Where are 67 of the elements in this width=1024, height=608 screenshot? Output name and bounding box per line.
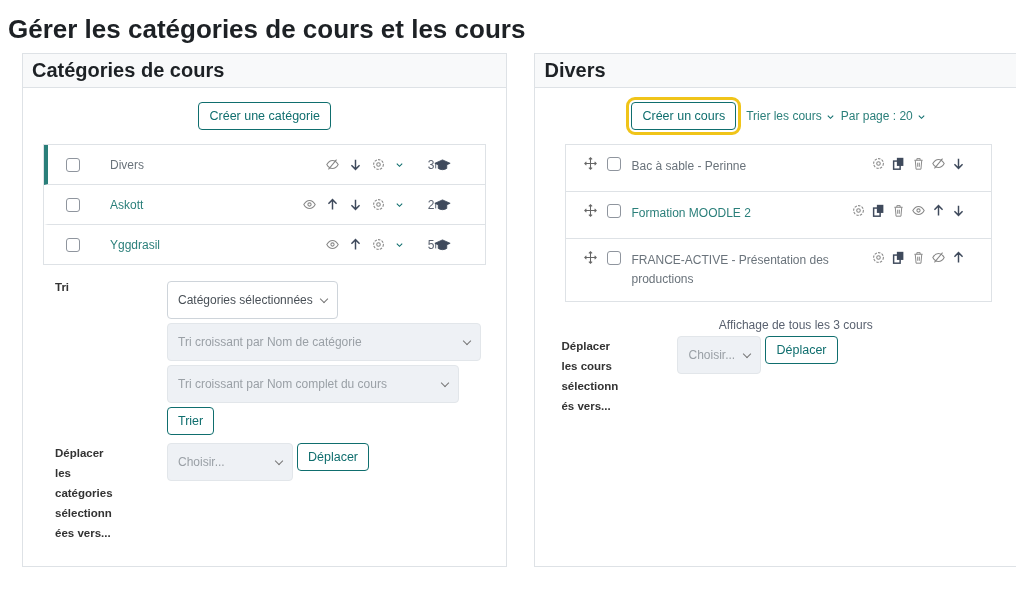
arrow-up-icon[interactable] <box>325 198 339 211</box>
move-button[interactable]: Déplacer <box>765 336 838 364</box>
arrow-down-icon[interactable] <box>348 158 362 171</box>
category-name[interactable]: Askott <box>110 197 250 212</box>
category-name[interactable]: Yggdrasil <box>110 237 250 252</box>
panel-title: Catégories de cours <box>23 54 507 88</box>
copy-icon[interactable] <box>892 251 905 264</box>
eye-slash-icon[interactable] <box>932 157 945 170</box>
graduation-cap-icon <box>434 238 452 251</box>
create-category-button[interactable]: Créer une catégorie <box>198 102 331 130</box>
trash-icon[interactable] <box>912 251 925 264</box>
eye-icon[interactable] <box>302 198 316 211</box>
copy-icon[interactable] <box>872 204 885 217</box>
arrow-down-icon[interactable] <box>348 198 362 211</box>
trash-icon[interactable] <box>912 157 925 170</box>
eye-icon[interactable] <box>912 204 925 217</box>
graduation-cap-icon <box>434 198 452 211</box>
course-name[interactable]: FRANCE-ACTIVE - Présentation des productions <box>631 251 832 289</box>
chevron-down-icon[interactable] <box>394 240 404 249</box>
move-icon[interactable] <box>584 157 598 170</box>
eye-slash-icon[interactable] <box>325 158 339 171</box>
course-count: 2 <box>427 197 435 212</box>
move-icon[interactable] <box>584 204 598 217</box>
category-row[interactable]: Askott 2 <box>44 185 486 225</box>
checkbox[interactable] <box>607 204 622 218</box>
settings-icon[interactable] <box>371 238 385 251</box>
category-row[interactable]: Yggdrasil 5 <box>44 225 486 264</box>
arrow-down-icon[interactable] <box>952 204 965 217</box>
arrow-down-icon[interactable] <box>952 157 965 170</box>
course-count: 3 <box>427 157 435 172</box>
move-icon[interactable] <box>584 251 598 264</box>
arrow-up-icon[interactable] <box>932 204 945 217</box>
chevron-down-icon[interactable] <box>394 160 404 169</box>
checkbox[interactable] <box>607 157 622 171</box>
trash-icon[interactable] <box>892 204 905 217</box>
move-label: Déplacer les catégories sélectionnées vers... <box>55 446 114 541</box>
listing-info: Affichage de tous les 3 cours <box>717 318 874 332</box>
arrow-up-icon[interactable] <box>952 251 965 264</box>
settings-icon[interactable] <box>852 204 865 217</box>
checkbox[interactable] <box>607 251 622 265</box>
page-title: Gérer les catégories de cours et les cours <box>8 14 527 45</box>
settings-icon[interactable] <box>371 198 385 211</box>
sort-button[interactable]: Trier <box>167 407 215 435</box>
category-row[interactable]: Divers 3 <box>44 145 486 185</box>
settings-icon[interactable] <box>872 157 885 170</box>
course-name[interactable]: Bac à sable - Perinne <box>631 157 832 176</box>
move-button[interactable]: Déplacer <box>297 443 370 471</box>
settings-icon[interactable] <box>371 158 385 171</box>
move-label: Déplacer les cours sélectionnés vers... <box>561 339 620 414</box>
checkbox[interactable] <box>66 157 80 172</box>
checkbox[interactable] <box>66 237 80 252</box>
eye-slash-icon[interactable] <box>932 251 945 264</box>
arrow-up-icon[interactable] <box>348 238 362 251</box>
chevron-down-icon[interactable] <box>394 200 404 209</box>
panel-title: Divers <box>535 54 1016 88</box>
course-name[interactable]: Formation MOODLE 2 <box>631 204 832 223</box>
course-count: 5 <box>427 237 435 252</box>
category-name[interactable]: Divers <box>110 157 250 172</box>
copy-icon[interactable] <box>892 157 905 170</box>
settings-icon[interactable] <box>872 251 885 264</box>
graduation-cap-icon <box>434 158 452 171</box>
checkbox[interactable] <box>66 197 80 212</box>
eye-icon[interactable] <box>325 238 339 251</box>
per-page-link[interactable]: Par page : 20 <box>840 109 913 123</box>
sort-select[interactable]: Catégories sélectionnées <box>167 281 338 319</box>
sort-label: Tri <box>55 281 71 295</box>
sort-courses-link[interactable]: Trier les cours <box>746 109 822 123</box>
